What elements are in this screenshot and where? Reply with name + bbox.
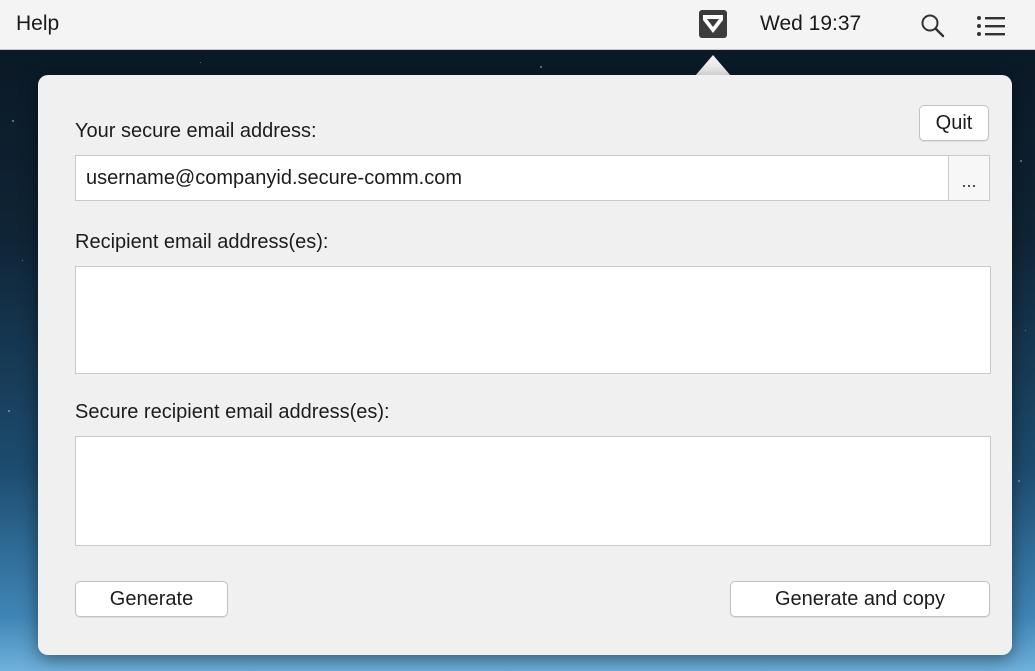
desktop: Help Wed 19:37 Quit Your secure email ad… bbox=[0, 0, 1035, 671]
recipients-textarea[interactable] bbox=[75, 266, 991, 374]
recipients-label: Recipient email address(es): bbox=[75, 231, 329, 253]
search-icon[interactable] bbox=[920, 13, 946, 39]
menu-bar: Help Wed 19:37 bbox=[0, 0, 1035, 50]
background-star bbox=[1020, 160, 1022, 162]
popover-arrow bbox=[695, 55, 731, 76]
menu-help[interactable]: Help bbox=[16, 12, 59, 36]
quit-button[interactable]: Quit bbox=[919, 105, 989, 141]
menu-bar-clock[interactable]: Wed 19:37 bbox=[760, 12, 861, 36]
notification-list-icon[interactable] bbox=[976, 14, 1006, 38]
background-star bbox=[1025, 330, 1026, 331]
background-star bbox=[540, 66, 542, 68]
sender-address-label: Your secure email address: bbox=[75, 120, 317, 142]
browse-button[interactable]: ... bbox=[948, 155, 990, 201]
secure-recipients-label: Secure recipient email address(es): bbox=[75, 401, 390, 423]
secure-mail-status-icon[interactable] bbox=[699, 10, 727, 38]
generate-and-copy-button[interactable]: Generate and copy bbox=[730, 581, 990, 617]
chevron-down-icon bbox=[703, 15, 723, 33]
background-star bbox=[1018, 480, 1020, 482]
background-star bbox=[12, 120, 14, 122]
background-star bbox=[8, 410, 10, 412]
background-star bbox=[22, 260, 23, 261]
generate-button[interactable]: Generate bbox=[75, 581, 228, 617]
secure-email-popover: Quit Your secure email address: ... Reci… bbox=[38, 75, 1012, 655]
secure-recipients-textarea[interactable] bbox=[75, 436, 991, 546]
sender-address-input[interactable] bbox=[75, 155, 949, 201]
background-star bbox=[200, 62, 201, 63]
